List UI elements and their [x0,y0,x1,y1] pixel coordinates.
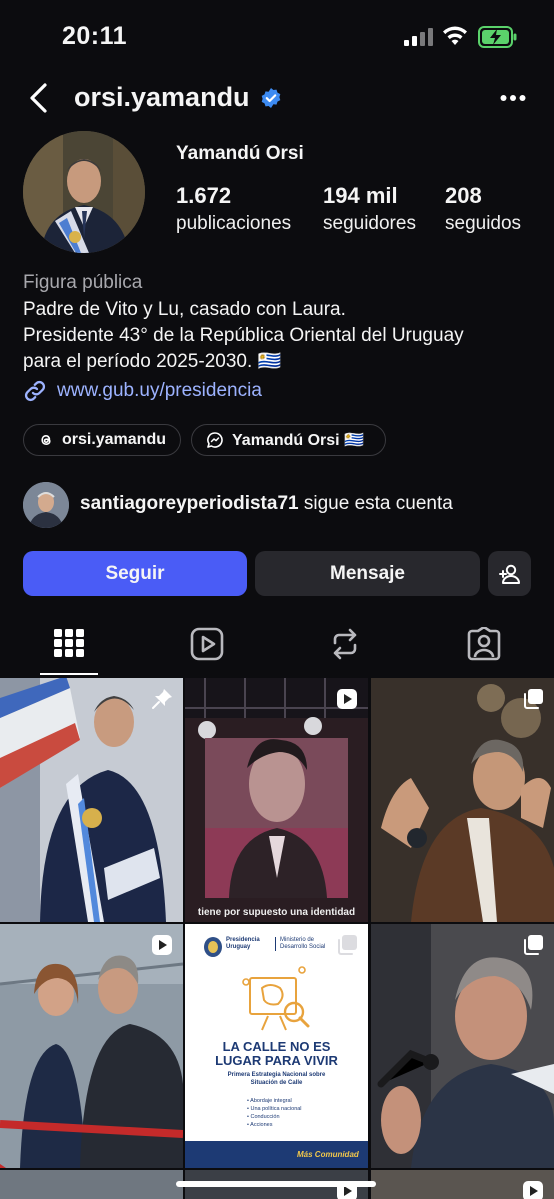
poster-subtitle-2: Situación de Calle [250,1080,303,1086]
reel-icon [337,689,357,709]
org-name: Presidencia Uruguay [226,937,260,950]
cell-signal-icon [404,28,433,46]
grid-icon[interactable] [54,627,84,659]
poster-headline-1: LA CALLE NO ES [222,1039,331,1054]
poster-subtitle-1: Primera Estrategia Nacional sobre [227,1072,326,1078]
profile-username: orsi.yamandu [74,82,250,112]
threads-icon [41,435,51,445]
suggest-user-button[interactable] [488,551,531,596]
ministry-name: Ministerio de Desarrollo Social [275,937,340,951]
profile-avatar[interactable] [23,131,145,253]
stat-posts-label: publicaciones [176,213,292,234]
post-caption: tiene por supuesto una identidad [197,907,356,918]
active-tab-indicator [40,673,98,675]
carousel-icon [524,935,543,955]
stat-following-label: seguidos [445,213,522,234]
bio-line: para el período 2025-2030. 🇺🇾 [23,351,282,372]
reel-icon [152,935,172,955]
follower-avatar[interactable] [23,482,69,528]
stat-following[interactable]: 208 seguidos [445,183,521,235]
facebook-chip[interactable]: Yamandú Orsi 🇺🇾 [191,424,386,456]
facebook-chip-label: Yamandú Orsi 🇺🇾 [232,432,364,449]
add-person-icon [498,564,520,584]
back-arrow-icon[interactable] [28,82,50,114]
followed-by-suffix: sigue esta cuenta [298,493,453,514]
poster-footer-text: Más Comunidad [297,1150,359,1159]
carousel-icon [338,935,357,955]
carousel-icon [524,689,543,709]
home-indicator[interactable] [176,1181,376,1187]
link-icon [24,380,46,402]
post-tile-5[interactable]: Presidencia Uruguay Ministerio de Desarr… [185,924,368,1168]
threads-chip[interactable]: orsi.yamandu [23,424,181,456]
threads-chip-label: orsi.yamandu [61,431,166,448]
uruguay-seal-icon [204,937,222,957]
followed-by-text: santiagoreyperiodista71 sigue esta cuent… [80,493,453,515]
poster-bullet: • Abordaje integral [247,1098,292,1104]
wifi-icon [443,26,467,45]
stat-following-value: 208 [445,183,482,208]
follow-button[interactable]: Seguir [23,551,247,596]
poster-bullet: • Acciones [247,1122,273,1128]
post-tile-6[interactable] [371,924,554,1168]
battery-charging-icon [478,26,517,48]
poster-bullet: • Una política nacional [247,1106,302,1112]
follower-username[interactable]: santiagoreyperiodista71 [80,493,299,514]
bio-line: Padre de Vito y Lu, casado con Laura. [23,299,346,320]
post-tile-3[interactable] [371,678,554,922]
post-tile-9[interactable] [371,1170,554,1199]
profile-full-name: Yamandú Orsi [176,143,304,164]
pinned-icon [152,689,172,709]
poster-footer: Más Comunidad [185,1141,368,1168]
stat-followers[interactable]: 194 mil seguidores [323,183,416,235]
reel-icon [523,1181,543,1199]
post-tile-7[interactable] [0,1170,183,1199]
poster-bullets: • Abordaje integral • Una política nacio… [247,1097,302,1129]
reels-icon[interactable] [190,627,224,661]
stat-followers-label: seguidores [323,213,416,234]
stat-followers-value: 194 mil [323,183,398,208]
stat-posts-value: 1.672 [176,183,232,208]
chat-bubble-icon [207,432,223,448]
more-options-icon[interactable] [500,94,526,102]
profile-link[interactable]: www.gub.uy/presidencia [23,379,262,403]
poster-headline-2: LUGAR PARA VIVIR [215,1053,338,1068]
tagged-icon[interactable] [467,627,501,661]
profile-category: Figura pública [23,272,143,293]
profile-link-text: www.gub.uy/presidencia [57,380,262,401]
post-tile-2[interactable]: tiene por supuesto una identidad [185,678,368,922]
repost-icon[interactable] [329,627,361,661]
map-illustration-icon [242,966,310,1031]
bio-line: Presidente 43° de la República Oriental … [23,325,464,346]
message-button[interactable]: Mensaje [255,551,480,596]
post-tile-1[interactable] [0,678,183,922]
verified-badge-icon [261,88,281,108]
status-time: 20:11 [62,22,128,50]
poster-bullet: • Conducción [247,1114,280,1120]
stat-posts[interactable]: 1.672 publicaciones [176,183,291,235]
post-tile-4[interactable] [0,924,183,1168]
